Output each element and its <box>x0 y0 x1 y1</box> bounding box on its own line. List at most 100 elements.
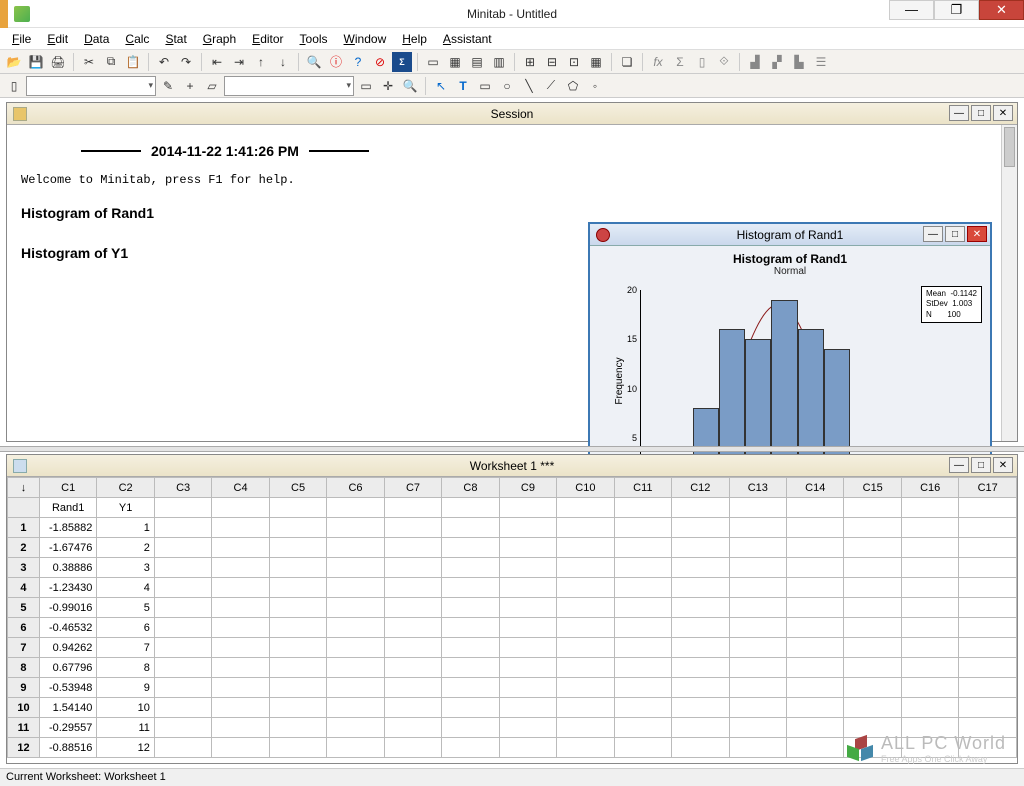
cell-r12-c6[interactable] <box>327 738 384 758</box>
cell-r12-c13[interactable] <box>729 738 786 758</box>
cell-r11-c13[interactable] <box>729 718 786 738</box>
cell-r1-c17[interactable] <box>959 518 1017 538</box>
histogram-header[interactable]: Histogram of Rand1 — □ ✕ <box>590 224 990 246</box>
menu-graph[interactable]: Graph <box>195 30 244 48</box>
cell-r6-c7[interactable] <box>384 618 441 638</box>
pane-divider[interactable] <box>0 446 1024 452</box>
cell-r12-c10[interactable] <box>557 738 614 758</box>
cell-r9-c5[interactable] <box>269 678 326 698</box>
cell-r1-c1[interactable]: -1.85882 <box>39 518 96 538</box>
menu-stat[interactable]: Stat <box>157 30 194 48</box>
row-4[interactable]: 4 <box>8 578 40 598</box>
corner-cell[interactable]: ↓ <box>8 478 40 498</box>
row-1[interactable]: 1 <box>8 518 40 538</box>
colname-2[interactable] <box>154 498 211 518</box>
cell-r4-c14[interactable] <box>787 578 844 598</box>
cell-r3-c9[interactable] <box>499 558 556 578</box>
cell-r10-c16[interactable] <box>901 698 958 718</box>
col-C13[interactable]: C13 <box>729 478 786 498</box>
cell-r2-c2[interactable]: 2 <box>97 538 154 558</box>
cell-r4-c8[interactable] <box>442 578 499 598</box>
cell-r2-c16[interactable] <box>901 538 958 558</box>
cell-r1-c12[interactable] <box>672 518 729 538</box>
cell-r2-c4[interactable] <box>212 538 269 558</box>
cell-r7-c1[interactable]: 0.94262 <box>39 638 96 658</box>
col-C12[interactable]: C12 <box>672 478 729 498</box>
paste-icon[interactable]: 📋 <box>123 52 143 72</box>
cell-r11-c2[interactable]: 11 <box>97 718 154 738</box>
cell-r5-c8[interactable] <box>442 598 499 618</box>
tool-icon-a[interactable]: ▯ <box>692 52 712 72</box>
cell-r9-c9[interactable] <box>499 678 556 698</box>
cell-r7-c15[interactable] <box>844 638 901 658</box>
colname-9[interactable] <box>557 498 614 518</box>
cell-r12-c4[interactable] <box>212 738 269 758</box>
colname-7[interactable] <box>442 498 499 518</box>
cell-r5-c2[interactable]: 5 <box>97 598 154 618</box>
nav-up-icon[interactable]: ↑ <box>251 52 271 72</box>
histogram-maximize-button[interactable]: □ <box>945 226 965 242</box>
brush-icon[interactable]: ▭ <box>356 76 376 96</box>
cell-r2-c7[interactable] <box>384 538 441 558</box>
cell-r1-c14[interactable] <box>787 518 844 538</box>
cell-r4-c17[interactable] <box>959 578 1017 598</box>
cell-r4-c16[interactable] <box>901 578 958 598</box>
colname-10[interactable] <box>614 498 671 518</box>
cell-r2-c14[interactable] <box>787 538 844 558</box>
cell-r4-c11[interactable] <box>614 578 671 598</box>
text-icon[interactable]: T <box>453 76 473 96</box>
cell-r8-c17[interactable] <box>959 658 1017 678</box>
row-8[interactable]: 8 <box>8 658 40 678</box>
cell-r8-c8[interactable] <box>442 658 499 678</box>
cell-r1-c3[interactable] <box>154 518 211 538</box>
cell-r11-c4[interactable] <box>212 718 269 738</box>
menu-tools[interactable]: Tools <box>292 30 336 48</box>
help-icon[interactable]: ? <box>348 52 368 72</box>
session-window-icon[interactable]: ▭ <box>423 52 443 72</box>
row-12[interactable]: 12 <box>8 738 40 758</box>
cell-r11-c9[interactable] <box>499 718 556 738</box>
cell-r7-c13[interactable] <box>729 638 786 658</box>
crosshair-icon[interactable]: ✛ <box>378 76 398 96</box>
cell-r1-c6[interactable] <box>327 518 384 538</box>
worksheet-body[interactable]: ↓C1C2C3C4C5C6C7C8C9C10C11C12C13C14C15C16… <box>7 477 1017 763</box>
cell-r2-c6[interactable] <box>327 538 384 558</box>
cell-r9-c7[interactable] <box>384 678 441 698</box>
cell-r8-c16[interactable] <box>901 658 958 678</box>
row-3[interactable]: 3 <box>8 558 40 578</box>
cell-r7-c6[interactable] <box>327 638 384 658</box>
cell-r4-c2[interactable]: 4 <box>97 578 154 598</box>
menu-file[interactable]: File <box>4 30 39 48</box>
cell-r7-c4[interactable] <box>212 638 269 658</box>
cell-r2-c1[interactable]: -1.67476 <box>39 538 96 558</box>
cell-r12-c7[interactable] <box>384 738 441 758</box>
cell-r1-c11[interactable] <box>614 518 671 538</box>
cell-r7-c16[interactable] <box>901 638 958 658</box>
menu-help[interactable]: Help <box>394 30 435 48</box>
session-close-button[interactable]: ✕ <box>993 105 1013 121</box>
maximize-button[interactable]: ❐ <box>934 0 979 20</box>
cell-r12-c2[interactable]: 12 <box>97 738 154 758</box>
copy-icon[interactable]: ⧉ <box>101 52 121 72</box>
circle-icon[interactable]: ○ <box>497 76 517 96</box>
chart-icon-3[interactable]: ▙ <box>789 52 809 72</box>
worksheet-grid[interactable]: ↓C1C2C3C4C5C6C7C8C9C10C11C12C13C14C15C16… <box>7 477 1017 758</box>
cell-r3-c17[interactable] <box>959 558 1017 578</box>
marker-icon[interactable]: ◦ <box>585 76 605 96</box>
col-C7[interactable]: C7 <box>384 478 441 498</box>
colname-15[interactable] <box>901 498 958 518</box>
cell-r5-c16[interactable] <box>901 598 958 618</box>
cell-r10-c1[interactable]: 1.54140 <box>39 698 96 718</box>
fx-icon[interactable]: fx <box>648 52 668 72</box>
col-C4[interactable]: C4 <box>212 478 269 498</box>
cell-r7-c5[interactable] <box>269 638 326 658</box>
cell-r6-c17[interactable] <box>959 618 1017 638</box>
cell-r4-c15[interactable] <box>844 578 901 598</box>
row-7[interactable]: 7 <box>8 638 40 658</box>
cell-r8-c12[interactable] <box>672 658 729 678</box>
cell-r9-c12[interactable] <box>672 678 729 698</box>
cell-r9-c8[interactable] <box>442 678 499 698</box>
chart-icon-4[interactable]: ☰ <box>811 52 831 72</box>
cell-r4-c7[interactable] <box>384 578 441 598</box>
cell-r11-c1[interactable]: -0.29557 <box>39 718 96 738</box>
